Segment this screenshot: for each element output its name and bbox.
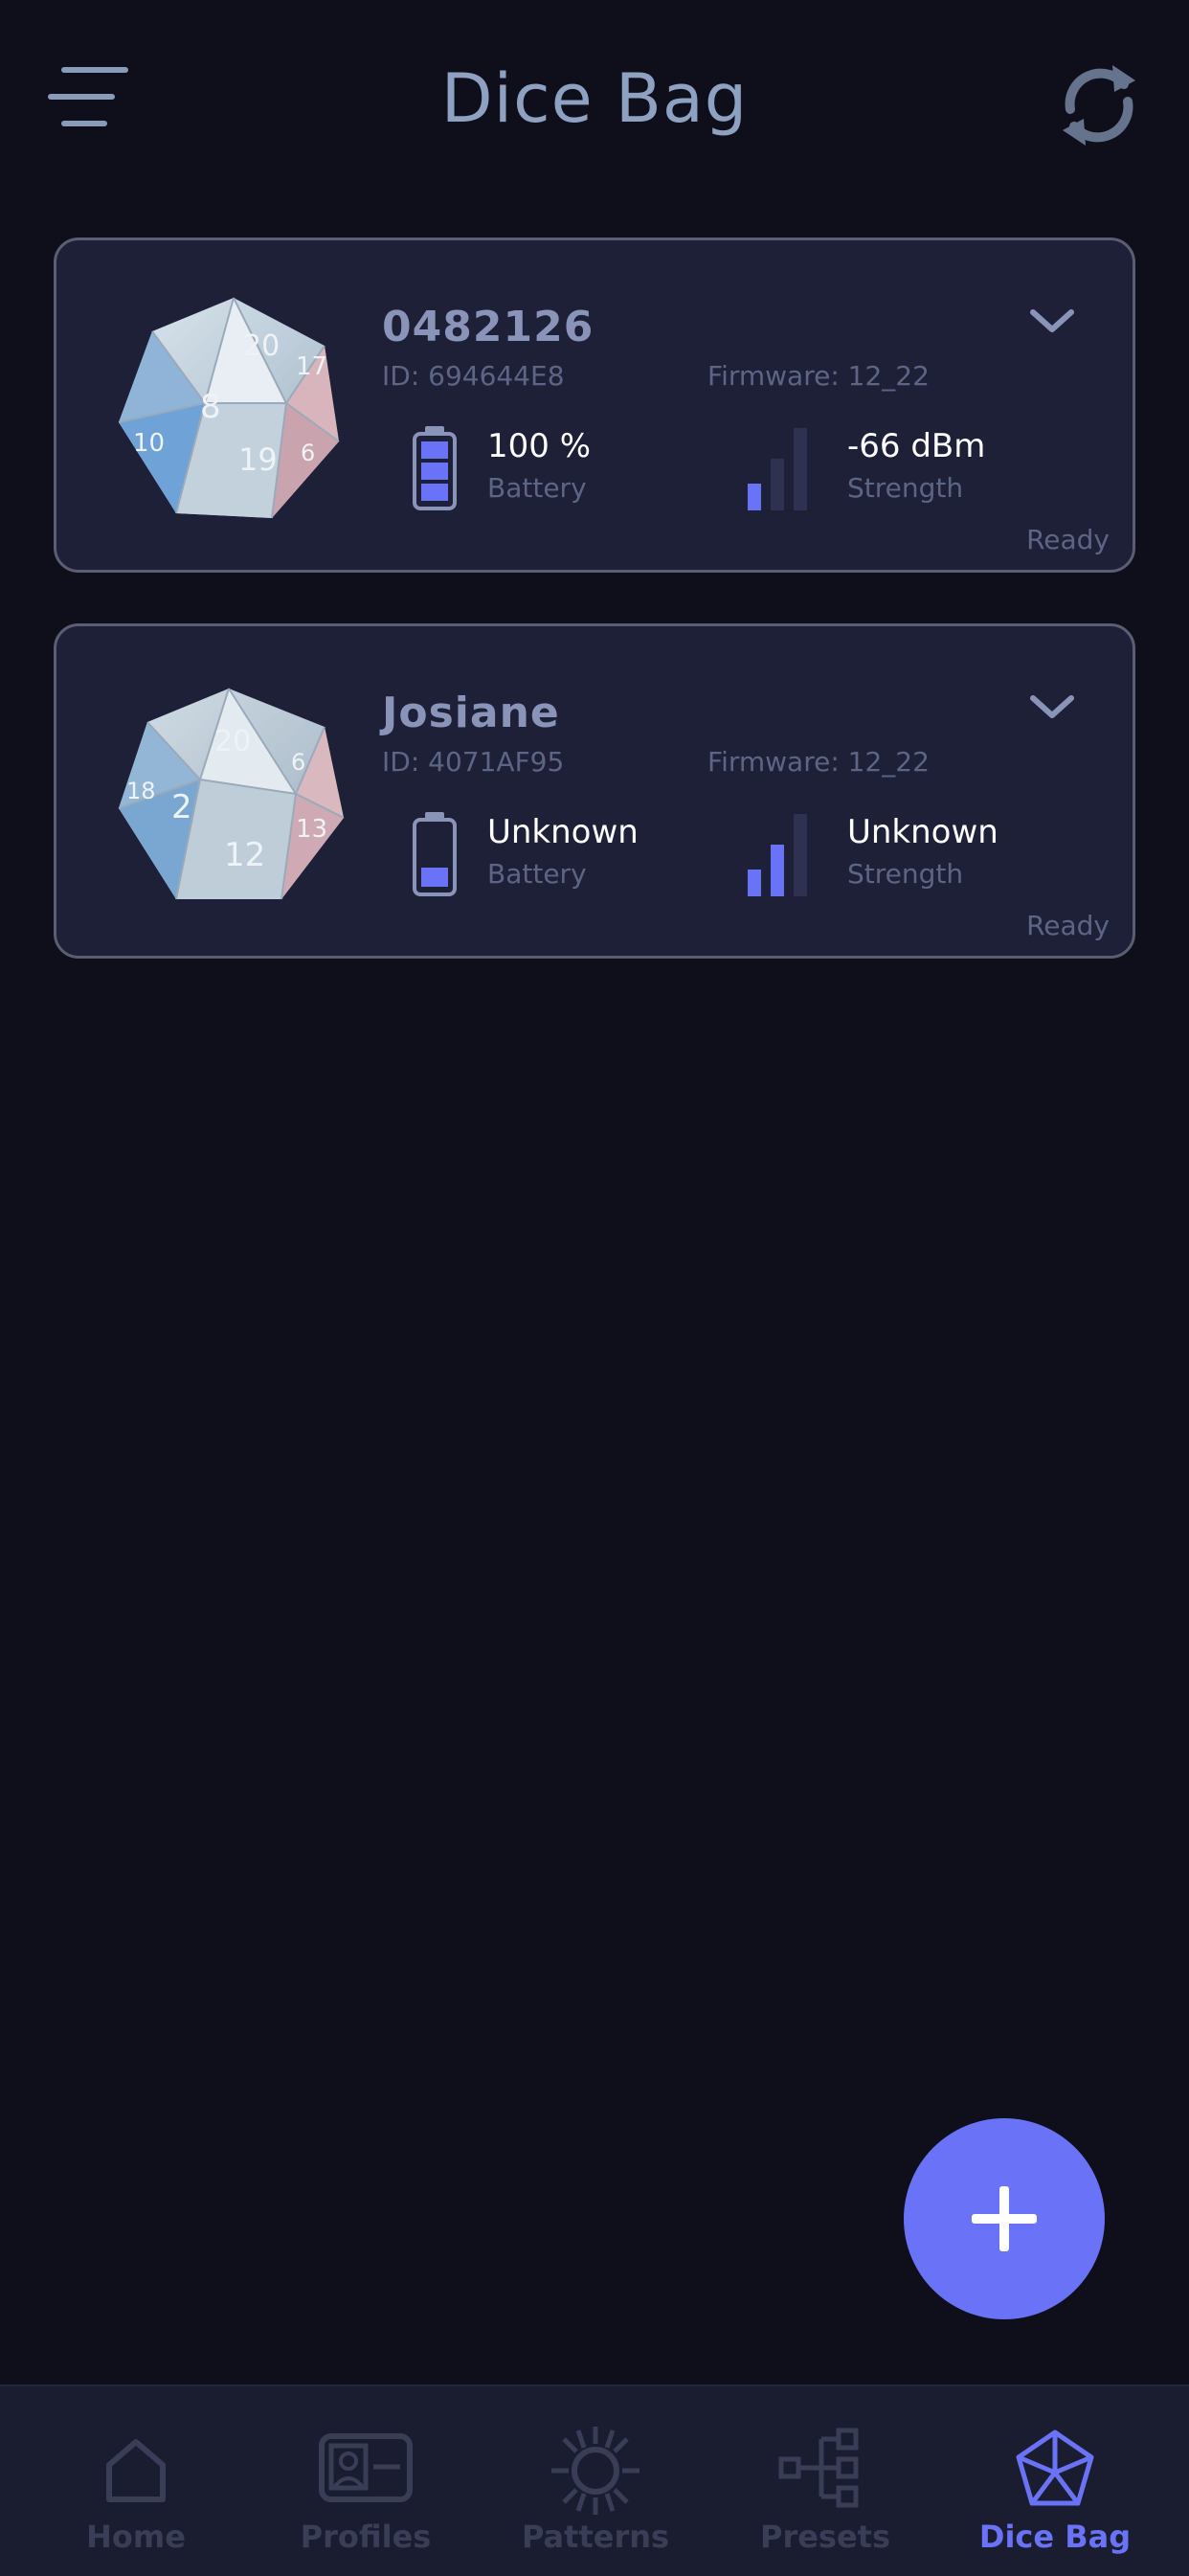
nav-label: Home [86, 2519, 186, 2555]
nav-item-dice-bag[interactable]: Dice Bag [940, 2386, 1170, 2576]
die-face-number: 18 [126, 778, 156, 804]
battery-icon [413, 812, 457, 896]
signal-label: Strength [847, 472, 964, 504]
header: Dice Bag [0, 0, 1189, 211]
nav-item-presets[interactable]: Presets [710, 2386, 940, 2576]
die-card[interactable]: 20 2 12 6 18 13 Josiane ID: 4071AF95 Fir… [54, 623, 1135, 959]
die-face-number: 2 [171, 788, 192, 826]
battery-value: 100 % [487, 427, 592, 465]
die-face-number: 8 [200, 388, 221, 426]
die-name: Josiane [382, 689, 560, 737]
die-face-number: 20 [214, 725, 251, 758]
die-face-number: 20 [243, 329, 280, 363]
refresh-icon[interactable] [1053, 59, 1145, 151]
die-firmware: Firmware: 12_22 [707, 360, 930, 392]
chevron-down-icon[interactable] [1023, 689, 1081, 727]
battery-value: Unknown [487, 813, 639, 851]
battery-label: Battery [487, 858, 587, 890]
battery-label: Battery [487, 472, 587, 504]
d20-die-image: 20 2 12 6 18 13 [118, 688, 345, 900]
add-die-button[interactable] [904, 2118, 1105, 2319]
nav-label: Dice Bag [978, 2519, 1132, 2555]
status-text: Ready [1026, 524, 1110, 555]
die-face-number: 6 [291, 749, 305, 776]
profile-card-icon [319, 2433, 413, 2502]
dice-icon [1016, 2429, 1094, 2506]
die-firmware: Firmware: 12_22 [707, 746, 930, 778]
die-id: ID: 694644E8 [382, 360, 565, 392]
bottom-nav: Home Profiles Patterns Presets Dice Bag [0, 2384, 1189, 2576]
die-name: 0482126 [382, 303, 594, 351]
d20-die-image: 20 8 17 19 10 6 [118, 297, 340, 519]
die-face-number: 12 [224, 836, 265, 874]
signal-strength-icon [748, 428, 807, 510]
die-card[interactable]: 20 8 17 19 10 6 0482126 ID: 694644E8 Fir… [54, 237, 1135, 573]
chevron-down-icon[interactable] [1023, 303, 1081, 341]
nav-label: Presets [759, 2519, 891, 2555]
status-text: Ready [1026, 910, 1110, 941]
nav-item-profiles[interactable]: Profiles [251, 2386, 481, 2576]
signal-strength-icon [748, 814, 807, 896]
signal-value: -66 dBm [847, 427, 986, 465]
nav-item-patterns[interactable]: Patterns [481, 2386, 710, 2576]
presets-tree-icon [778, 2428, 859, 2508]
battery-icon [413, 426, 457, 510]
die-face-number: 17 [296, 352, 327, 381]
patterns-sun-icon [551, 2427, 639, 2515]
nav-label: Profiles [300, 2519, 432, 2555]
die-face-number: 10 [133, 429, 165, 458]
page-title: Dice Bag [440, 59, 749, 138]
nav-label: Patterns [521, 2519, 670, 2555]
home-icon [106, 2439, 166, 2502]
die-face-number: 13 [296, 815, 327, 844]
signal-value: Unknown [847, 813, 998, 851]
die-face-number: 6 [301, 440, 315, 466]
nav-item-home[interactable]: Home [21, 2386, 251, 2576]
die-face-number: 19 [238, 441, 278, 478]
die-id: ID: 4071AF95 [382, 746, 565, 778]
plus-icon [972, 2186, 1037, 2251]
signal-label: Strength [847, 858, 964, 890]
